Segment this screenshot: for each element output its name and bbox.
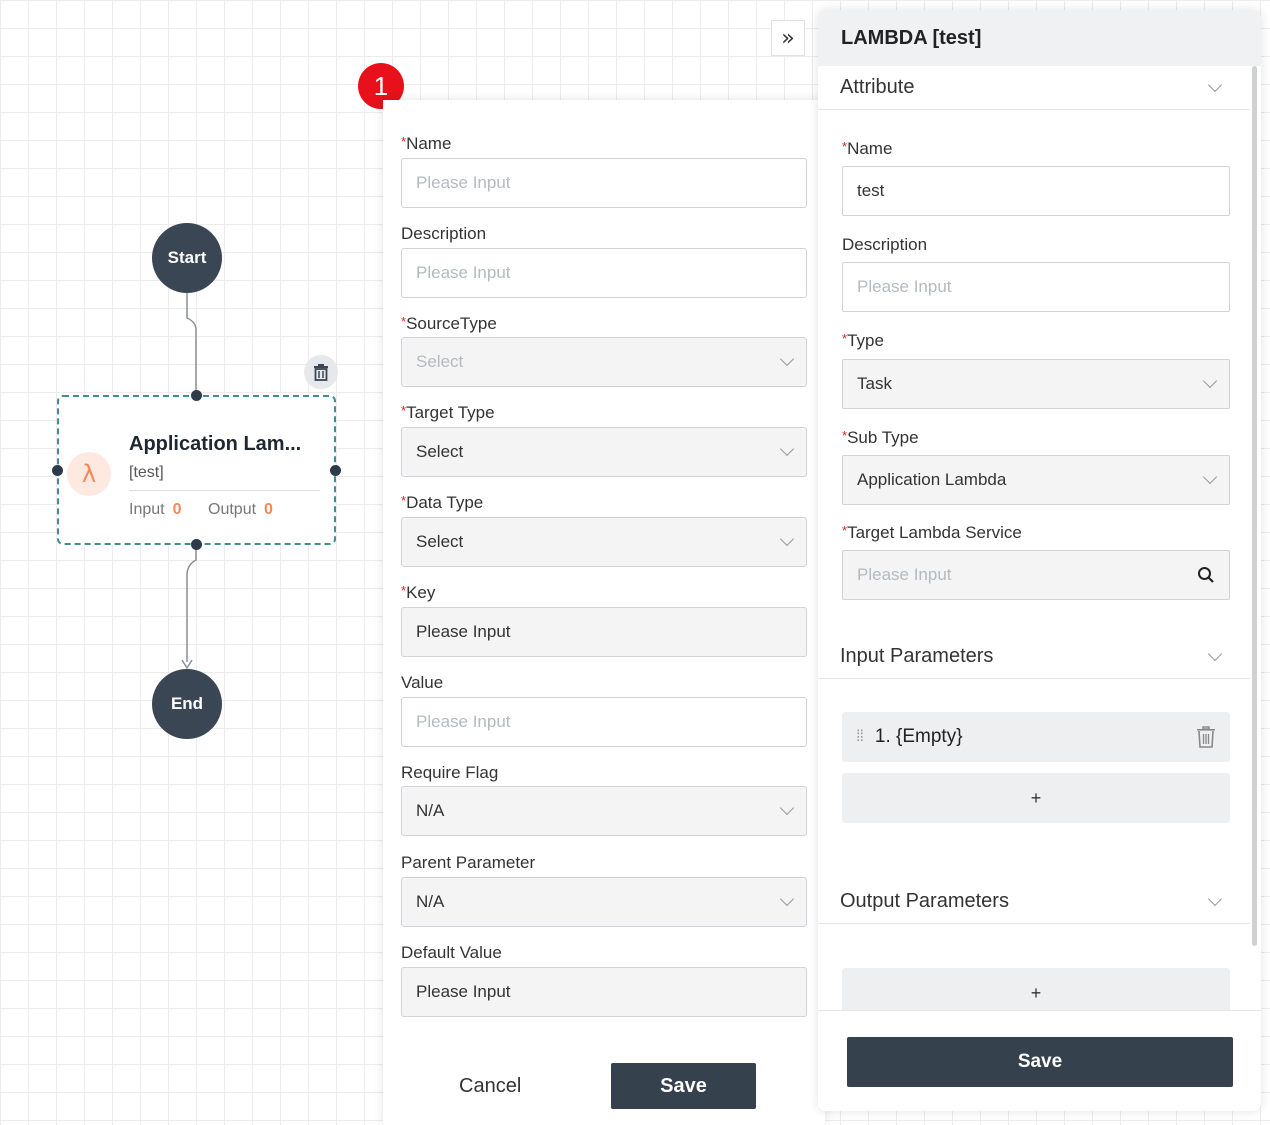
task-node-subtitle: [test] <box>129 464 164 481</box>
chevron-down-icon <box>1207 891 1223 906</box>
trash-icon[interactable] <box>1196 726 1216 748</box>
panel-description-input[interactable]: Please Input <box>842 262 1230 312</box>
parameter-form-popup: *Name Please Input Description Please In… <box>383 100 825 1125</box>
panel-footer: Save <box>818 1010 1261 1111</box>
cancel-button[interactable]: Cancel <box>459 1075 521 1098</box>
require-flag-select[interactable]: N/A <box>401 786 807 836</box>
flow-connectors <box>181 292 197 670</box>
input-parameter-label: 1. {Empty} <box>874 726 963 747</box>
name-label: *Name <box>401 134 452 153</box>
collapse-panel-button[interactable]: » <box>771 20 805 56</box>
end-node[interactable]: End <box>152 669 222 739</box>
port-top[interactable] <box>191 390 202 401</box>
parent-parameter-select[interactable]: N/A <box>401 877 807 927</box>
chevron-down-icon <box>1202 373 1218 389</box>
double-chevron-right-icon: » <box>781 25 795 51</box>
target-type-select[interactable]: Select <box>401 427 807 477</box>
default-value-label: Default Value <box>401 943 502 962</box>
chevron-down-icon <box>1202 469 1218 485</box>
task-node-output: Output 0 <box>208 501 273 519</box>
target-type-label: *Target Type <box>401 403 495 422</box>
value-label: Value <box>401 673 444 692</box>
task-node-input: Input 0 <box>129 501 182 519</box>
value-input[interactable]: Please Input <box>401 697 807 747</box>
panel-name-label: *Name <box>842 139 893 158</box>
panel-save-button[interactable]: Save <box>847 1037 1233 1087</box>
parent-parameter-label: Parent Parameter <box>401 853 536 872</box>
panel-sub-type-label: *Sub Type <box>842 428 919 447</box>
port-left[interactable] <box>52 465 63 476</box>
panel-type-label: *Type <box>842 331 884 350</box>
chevron-down-icon <box>1207 77 1223 92</box>
output-label: Output <box>208 501 257 518</box>
input-count: 0 <box>172 501 182 518</box>
panel-sub-type-select[interactable]: Application Lambda <box>842 455 1230 505</box>
search-icon[interactable] <box>1197 566 1215 584</box>
port-right[interactable] <box>330 465 341 476</box>
chevron-down-icon <box>779 441 795 457</box>
default-value-input[interactable]: Please Input <box>401 967 807 1017</box>
description-label: Description <box>401 224 487 243</box>
form-save-button[interactable]: Save <box>611 1063 756 1109</box>
start-node[interactable]: Start <box>152 223 222 293</box>
task-node-divider <box>129 490 320 491</box>
panel-description-label: Description <box>842 235 928 254</box>
panel-scrollbar[interactable] <box>1252 66 1257 946</box>
key-input[interactable]: Please Input <box>401 607 807 657</box>
key-label: *Key <box>401 583 436 602</box>
delete-node-button[interactable] <box>304 355 338 389</box>
panel-title: LAMBDA [test] <box>818 10 1261 66</box>
panel-name-input[interactable]: test <box>842 166 1230 216</box>
source-type-select[interactable]: Select <box>401 337 807 387</box>
lambda-properties-panel: LAMBDA [test] Attribute *Name test Descr… <box>818 10 1261 1111</box>
chevron-down-icon <box>779 531 795 547</box>
task-node-title: Application Lam... <box>129 433 302 455</box>
drag-handle-icon[interactable]: ⁞⁞ <box>856 728 864 746</box>
attribute-section-header[interactable]: Attribute <box>818 66 1250 110</box>
input-label: Input <box>129 501 165 518</box>
source-type-label: *SourceType <box>401 314 497 333</box>
panel-type-select[interactable]: Task <box>842 359 1230 409</box>
chevron-down-icon <box>779 351 795 367</box>
name-input[interactable]: Please Input <box>401 158 807 208</box>
chevron-down-icon <box>1207 646 1223 661</box>
output-parameters-header[interactable]: Output Parameters <box>818 880 1250 924</box>
chevron-down-icon <box>779 800 795 816</box>
description-input[interactable]: Please Input <box>401 248 807 298</box>
panel-target-lambda-input[interactable]: Please Input <box>842 550 1230 600</box>
lambda-icon: λ <box>67 452 111 496</box>
output-count: 0 <box>264 501 273 518</box>
input-parameter-item[interactable]: ⁞⁞ 1. {Empty} <box>842 712 1230 762</box>
trash-icon <box>314 364 328 381</box>
chevron-down-icon <box>779 891 795 907</box>
port-bottom[interactable] <box>191 539 202 550</box>
lambda-task-node[interactable]: λ Application Lam... [test] Input 0 Outpu… <box>57 395 336 545</box>
require-flag-label: Require Flag <box>401 763 499 782</box>
input-parameters-header[interactable]: Input Parameters <box>818 635 1250 679</box>
panel-target-lambda-label: *Target Lambda Service <box>842 523 1022 542</box>
data-type-label: *Data Type <box>401 493 484 512</box>
data-type-select[interactable]: Select <box>401 517 807 567</box>
add-input-parameter-button[interactable]: + <box>842 773 1230 823</box>
